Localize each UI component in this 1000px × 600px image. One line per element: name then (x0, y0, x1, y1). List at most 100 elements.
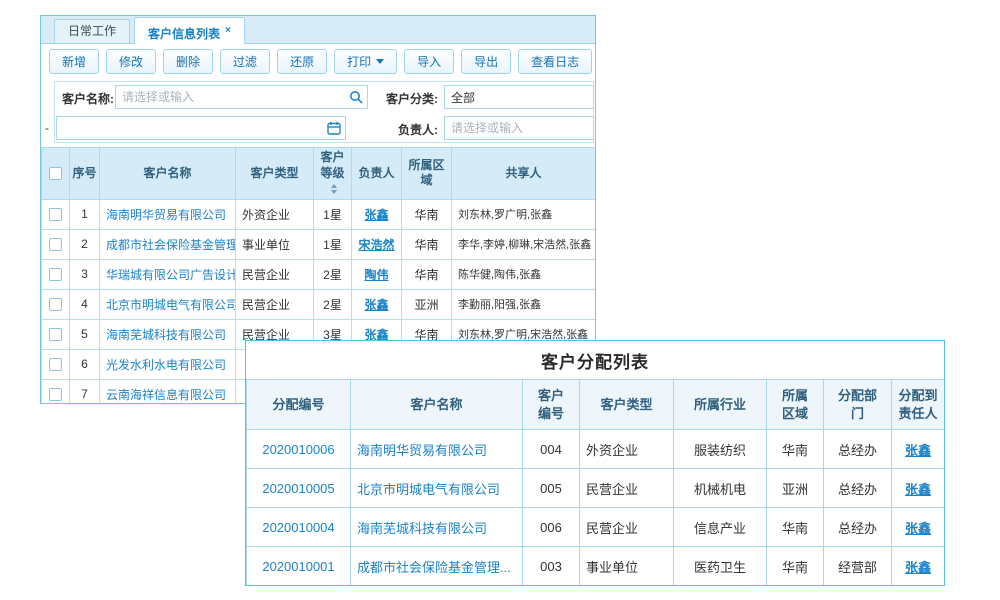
allocation-no-link-cell: 2020010004 (247, 508, 351, 547)
restore-button[interactable]: 还原 (277, 49, 327, 74)
modify-button[interactable]: 修改 (106, 49, 156, 74)
shared-persons: 刘东林,罗广明,张鑫 (452, 199, 596, 229)
customer-name-link[interactable]: 北京市明城电气有限公司 (357, 482, 500, 497)
customer-name-link[interactable]: 云南海祥信息有限公司 (106, 388, 226, 402)
assignee-link[interactable]: 张鑫 (905, 443, 931, 458)
department: 经营部 (824, 547, 892, 586)
export-button[interactable]: 导出 (461, 49, 511, 74)
customer-name-link-cell: 北京市明城电气有限公司 (100, 289, 236, 319)
owner-input[interactable] (444, 116, 594, 140)
calendar-icon[interactable] (327, 121, 341, 135)
owner-link-cell: 陶伟 (352, 259, 402, 289)
assignee-link[interactable]: 张鑫 (905, 521, 931, 536)
row-index: 1 (70, 199, 100, 229)
customer-name-link-cell: 海南芜城科技有限公司 (100, 319, 236, 349)
sort-icon[interactable] (331, 184, 337, 194)
row-checkbox[interactable] (49, 268, 62, 281)
customer-type: 外资企业 (580, 430, 674, 469)
customer-type: 事业单位 (580, 547, 674, 586)
assignee-link-cell: 张鑫 (892, 547, 945, 586)
department: 总经办 (824, 430, 892, 469)
owner-link[interactable]: 陶伟 (364, 268, 388, 282)
col-header-customer-name: 客户名称 (351, 380, 523, 430)
row-index: 5 (70, 319, 100, 349)
date-range-separator: - (45, 121, 49, 135)
row-checkbox[interactable] (49, 388, 62, 401)
customer-name-link[interactable]: 成都市社会保险基金管理... (357, 560, 511, 575)
allocation-table-header-row: 分配编号 客户名称 客户编号 客户类型 所属行业 所属区域 分配部门 分配到责任… (247, 380, 945, 430)
col-header-industry: 所属行业 (674, 380, 767, 430)
delete-button[interactable]: 删除 (163, 49, 213, 74)
col-header-region: 所属区域 (767, 380, 824, 430)
select-all-checkbox[interactable] (49, 167, 62, 180)
assignee-link[interactable]: 张鑫 (905, 560, 931, 575)
row-checkbox[interactable] (49, 328, 62, 341)
owner-label: 负责人: (398, 121, 438, 138)
row-select-cell (42, 289, 70, 319)
customer-name-link[interactable]: 成都市社会保险基金管理... (106, 238, 236, 252)
customer-type: 外资企业 (236, 199, 314, 229)
region: 华南 (767, 547, 824, 586)
filter-button[interactable]: 过滤 (220, 49, 270, 74)
owner-link[interactable]: 宋浩然 (358, 238, 394, 252)
allocation-panel-title: 客户分配列表 (246, 341, 944, 379)
owner-link[interactable]: 张鑫 (364, 298, 388, 312)
table-row: 2020010005北京市明城电气有限公司005民营企业机械机电亚洲总经办张鑫 (247, 469, 945, 508)
row-checkbox[interactable] (49, 238, 62, 251)
customer-name-link-cell: 海南明华贸易有限公司 (351, 430, 523, 469)
customer-name-link[interactable]: 海南芜城科技有限公司 (106, 328, 226, 342)
col-header-customer-name: 客户名称 (100, 148, 236, 200)
customer-name-link[interactable]: 海南芜城科技有限公司 (357, 521, 487, 536)
customer-name-link[interactable]: 海南明华贸易有限公司 (106, 208, 226, 222)
table-row: 4北京市明城电气有限公司民营企业2星张鑫亚洲李勤丽,阳强,张鑫 (42, 289, 596, 319)
industry: 医药卫生 (674, 547, 767, 586)
allocation-no-link[interactable]: 2020010001 (262, 559, 334, 574)
import-button[interactable]: 导入 (404, 49, 454, 74)
row-checkbox[interactable] (49, 208, 62, 221)
col-header-customer-no: 客户编号 (523, 380, 580, 430)
owner-link-cell: 张鑫 (352, 289, 402, 319)
table-row: 3华瑞城有限公司广告设计部民营企业2星陶伟华南陈华健,陶伟,张鑫 (42, 259, 596, 289)
assignee-link[interactable]: 张鑫 (905, 482, 931, 497)
department: 总经办 (824, 508, 892, 547)
add-button[interactable]: 新增 (49, 49, 99, 74)
customer-no: 006 (523, 508, 580, 547)
row-select-cell (42, 229, 70, 259)
allocation-no-link[interactable]: 2020010006 (262, 442, 334, 457)
region: 华南 (402, 259, 452, 289)
customer-name-link-cell: 云南海祥信息有限公司 (100, 379, 236, 404)
tab-daily-work[interactable]: 日常工作 (54, 19, 130, 43)
customer-name-link-cell: 海南芜城科技有限公司 (351, 508, 523, 547)
col-header-shared: 共享人 (452, 148, 596, 200)
allocation-no-link-cell: 2020010005 (247, 469, 351, 508)
industry: 信息产业 (674, 508, 767, 547)
row-select-cell (42, 199, 70, 229)
customer-name-link[interactable]: 海南明华贸易有限公司 (357, 443, 487, 458)
row-checkbox[interactable] (49, 298, 62, 311)
allocation-no-link[interactable]: 2020010005 (262, 481, 334, 496)
row-checkbox[interactable] (49, 358, 62, 371)
category-select[interactable] (444, 85, 594, 109)
tab-close-icon[interactable]: × (225, 25, 231, 36)
customer-name-link[interactable]: 华瑞城有限公司广告设计部 (106, 268, 236, 282)
allocation-no-link-cell: 2020010001 (247, 547, 351, 586)
date-input[interactable] (56, 116, 346, 140)
allocation-table-body: 2020010006海南明华贸易有限公司004外资企业服装纺织华南总经办张鑫20… (247, 430, 945, 586)
table-row: 2成都市社会保险基金管理...事业单位1星宋浩然华南李华,李婷,柳琳,宋浩然,张… (42, 229, 596, 259)
customer-name-input[interactable] (115, 85, 368, 109)
customer-no: 004 (523, 430, 580, 469)
customer-type: 民营企业 (236, 259, 314, 289)
owner-link[interactable]: 张鑫 (364, 208, 388, 222)
tab-customer-info-list[interactable]: 客户信息列表× (134, 17, 245, 44)
customer-name-link[interactable]: 光发水利水电有限公司 (106, 358, 226, 372)
col-header-customer-type: 客户类型 (236, 148, 314, 200)
shared-persons: 陈华健,陶伟,张鑫 (452, 259, 596, 289)
view-log-button[interactable]: 查看日志 (518, 49, 592, 74)
customer-type: 民营企业 (236, 289, 314, 319)
col-header-customer-level[interactable]: 客户等级 (314, 148, 352, 200)
customer-no: 005 (523, 469, 580, 508)
allocation-no-link[interactable]: 2020010004 (262, 520, 334, 535)
customer-name-link[interactable]: 北京市明城电气有限公司 (106, 298, 236, 312)
search-icon[interactable] (349, 90, 363, 104)
print-button[interactable]: 打印 (334, 49, 397, 74)
